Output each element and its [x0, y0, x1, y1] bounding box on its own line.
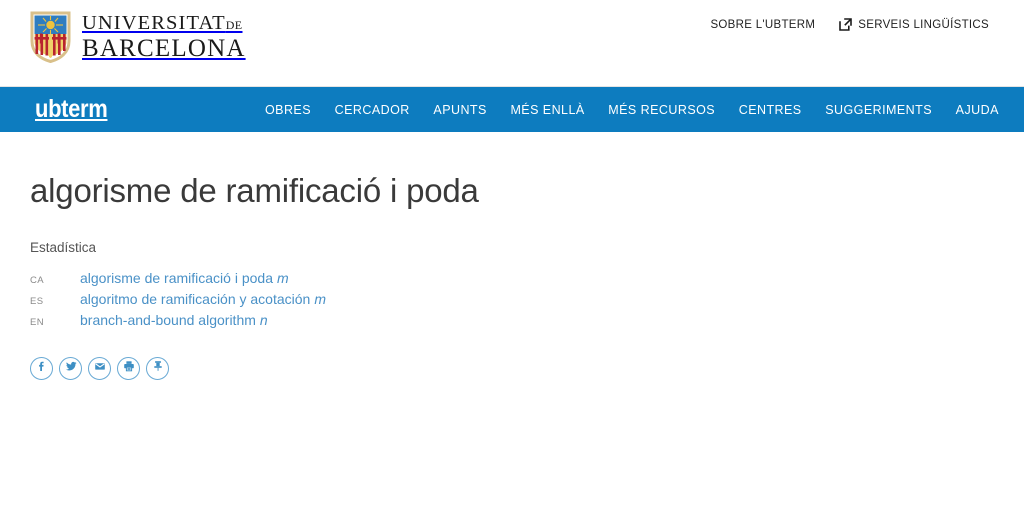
nav-item-obres[interactable]: OBRES [265, 103, 311, 117]
term-link[interactable]: branch-and-bound algorithm [80, 312, 256, 328]
ubterm-logo[interactable]: ubterm [35, 97, 108, 122]
nav-item-apunts[interactable]: APUNTS [433, 103, 486, 117]
link-serveis-linguistics-label: SERVEIS LINGÜÍSTICS [858, 18, 989, 31]
page-title: algorisme de ramificació i poda [30, 172, 479, 209]
main-content: algorisme de ramificació i poda Estadíst… [0, 172, 1024, 380]
term-row: CA algorisme de ramificació i poda m [30, 270, 994, 290]
main-navigation: ubterm OBRES CERCADOR APUNTS MÉS ENLLÀ M… [0, 87, 1024, 132]
term-list: CA algorisme de ramificació i poda m ES … [30, 270, 994, 332]
site-header: UNIVERSITATDE BARCELONA SOBRE L'UBTERM S… [0, 0, 1024, 87]
wordmark-line-1: UNIVERSITAT [82, 12, 226, 35]
wordmark-de: DE [225, 18, 243, 33]
term-gender-marker: m [314, 291, 327, 307]
wordmark-line-2: BARCELONA [82, 34, 246, 62]
external-link-icon [839, 18, 853, 31]
ub-shield-icon [30, 11, 71, 64]
nav-item-centres[interactable]: CENTRES [739, 103, 802, 117]
link-sobre-lubterm-label: SOBRE L'UBTERM [710, 18, 816, 31]
pin-button[interactable] [146, 357, 169, 380]
email-icon [93, 359, 107, 378]
nav-item-ajuda[interactable]: AJUDA [956, 103, 999, 117]
term-link[interactable]: algoritmo de ramificación y acotación [80, 291, 310, 307]
nav-items-list: OBRES CERCADOR APUNTS MÉS ENLLÀ MÉS RECU… [265, 103, 999, 117]
header-utility-links: SOBRE L'UBTERM SERVEIS LINGÜÍSTICS [710, 18, 989, 31]
nav-item-cercador[interactable]: CERCADOR [335, 103, 410, 117]
print-icon [122, 359, 136, 378]
university-wordmark: UNIVERSITATDE BARCELONA [82, 13, 246, 61]
print-button[interactable] [117, 357, 140, 380]
share-actions [30, 357, 994, 380]
nav-item-mes-recursos[interactable]: MÉS RECURSOS [608, 103, 715, 117]
twitter-icon [64, 359, 78, 378]
link-sobre-lubterm[interactable]: SOBRE L'UBTERM [710, 19, 815, 31]
pin-icon [151, 359, 165, 378]
term-row: EN branch-and-bound algorithm n [30, 312, 994, 332]
university-logo-link[interactable]: UNIVERSITATDE BARCELONA [30, 11, 246, 64]
nav-item-mes-enlla[interactable]: MÉS ENLLÀ [510, 103, 584, 117]
link-serveis-linguistics[interactable]: SERVEIS LINGÜÍSTICS [839, 18, 989, 31]
nav-item-suggeriments[interactable]: SUGGERIMENTS [825, 103, 932, 117]
share-twitter-button[interactable] [59, 357, 82, 380]
facebook-icon [35, 360, 48, 378]
subject-area-label: Estadística [30, 240, 97, 255]
term-link[interactable]: algorisme de ramificació i poda [80, 270, 273, 286]
term-lang-code: ES [30, 296, 44, 307]
term-gender-marker: m [276, 270, 289, 286]
share-email-button[interactable] [88, 357, 111, 380]
term-row: ES algoritmo de ramificación y acotación… [30, 291, 994, 311]
share-facebook-button[interactable] [30, 357, 53, 380]
term-lang-code: EN [30, 317, 44, 328]
term-gender-marker: n [259, 312, 268, 328]
term-lang-code: CA [30, 275, 44, 286]
